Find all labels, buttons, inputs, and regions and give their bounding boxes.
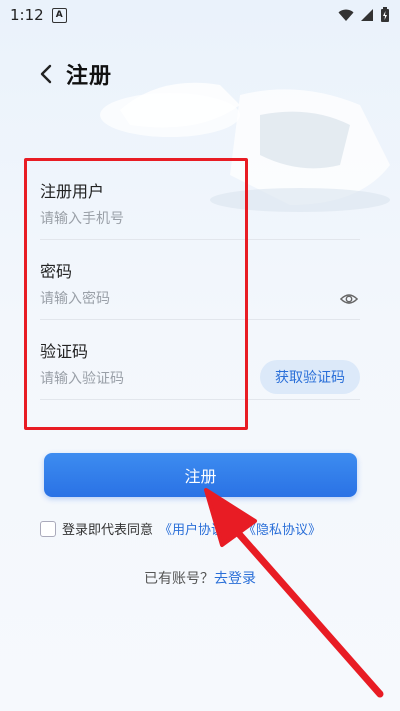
page-title: 注册 xyxy=(66,64,113,89)
annotation-box xyxy=(24,158,248,430)
back-icon[interactable] xyxy=(36,62,56,86)
go-login-link[interactable]: 去登录 xyxy=(214,571,256,587)
agreement-row: 登录即代表同意 《用户协议》 《隐私协议》 xyxy=(40,519,321,538)
privacy-agreement-link[interactable]: 《隐私协议》 xyxy=(243,519,321,538)
header: 注册 xyxy=(36,58,112,90)
register-button[interactable]: 注册 xyxy=(44,453,357,497)
login-prompt: 已有账号？去登录 xyxy=(0,568,400,588)
agree-checkbox[interactable] xyxy=(40,520,56,537)
signal-icon xyxy=(361,9,373,21)
get-code-button[interactable]: 获取验证码 xyxy=(260,360,360,394)
agreement-prefix: 登录即代表同意 xyxy=(62,523,154,538)
status-time: 1:12 xyxy=(10,6,44,24)
login-prompt-text: 已有账号？ xyxy=(144,571,214,587)
eye-icon[interactable] xyxy=(340,290,358,308)
user-agreement-link[interactable]: 《用户协议》 xyxy=(159,519,237,538)
wifi-icon xyxy=(338,9,354,21)
battery-icon xyxy=(381,7,389,22)
notification-icon: A xyxy=(51,7,67,23)
status-bar: 1:12 A xyxy=(0,0,400,30)
